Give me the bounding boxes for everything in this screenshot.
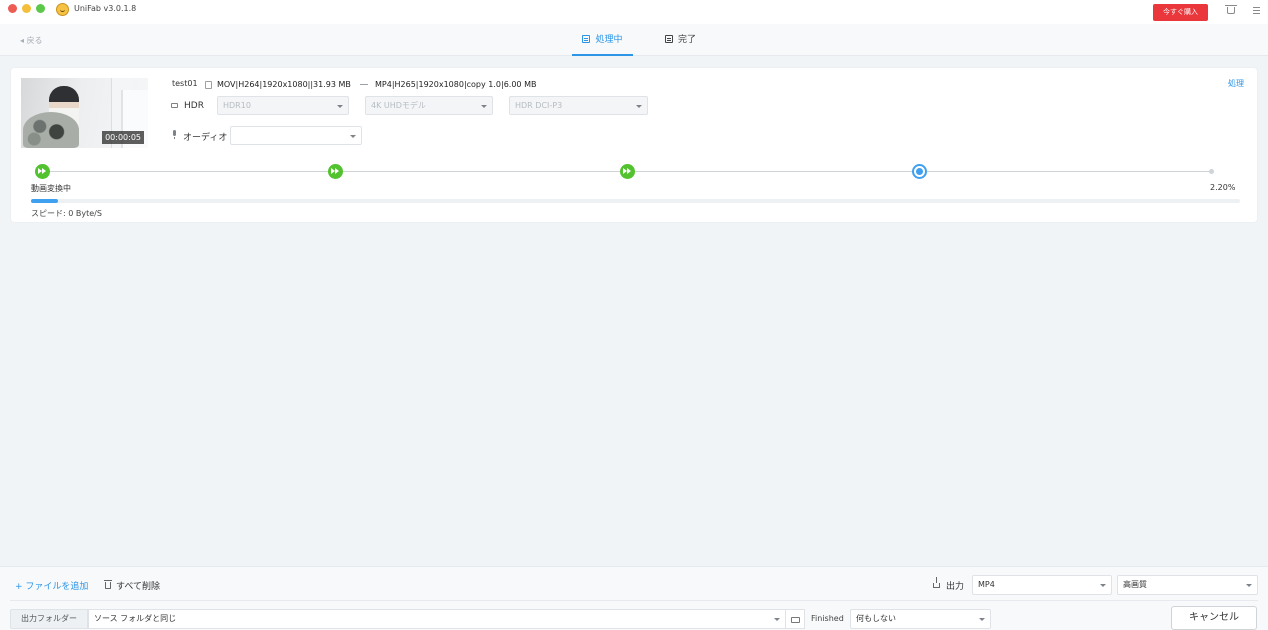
app-title: UniFab v3.0.1.8 (74, 4, 137, 13)
folder-icon (791, 617, 800, 623)
finished-action-select[interactable]: 何もしない (850, 609, 991, 629)
bottom-panel: + ファイルを追加 すべて削除 出力 MP4 高画質 出力フォルダー ソース フ… (0, 566, 1268, 630)
output-folder-select[interactable]: ソース フォルダと同じ (88, 609, 786, 629)
upload-icon (933, 577, 940, 588)
divider (10, 600, 1258, 601)
video-duration: 00:00:05 (102, 131, 144, 144)
chevron-down-icon (636, 105, 642, 108)
chevron-down-icon (481, 105, 487, 108)
hdr-model-select[interactable]: 4K UHDモデル (365, 96, 493, 115)
progress-bar-fill (31, 199, 58, 203)
progress-percent: 2.20% (1210, 183, 1236, 192)
output-label: 出力 (946, 582, 965, 592)
step-complete-icon (620, 164, 635, 179)
process-link[interactable]: 処理 (1228, 78, 1244, 89)
menu-icon[interactable] (1253, 7, 1260, 14)
finished-label: Finished (811, 614, 844, 623)
speed-label: スピード: 0 Byte/S (31, 209, 102, 218)
app-logo-icon (56, 3, 69, 16)
tab-processing-label: 処理中 (595, 35, 623, 45)
audio-select[interactable] (230, 126, 362, 145)
delete-all-button[interactable]: すべて削除 (116, 579, 160, 592)
stage-label: 動画変換中 (31, 184, 71, 193)
hdr-colorspace-select[interactable]: HDR DCI-P3 (509, 96, 648, 115)
minimize-window-button[interactable] (22, 4, 31, 13)
add-file-button[interactable]: + ファイルを追加 (15, 579, 88, 592)
title-bar: UniFab v3.0.1.8 今すぐ購入 (0, 0, 1268, 24)
trash-icon[interactable] (104, 580, 112, 589)
buy-now-button[interactable]: 今すぐ購入 (1153, 4, 1208, 21)
cancel-button[interactable]: キャンセル (1171, 606, 1257, 630)
format-select[interactable]: MP4 (972, 575, 1112, 595)
step-complete-icon (328, 164, 343, 179)
task-card: 00:00:05 test01 MOV|H264|1920x1080||31.9… (11, 68, 1257, 222)
progress-bar (31, 199, 1240, 203)
video-thumbnail[interactable]: 00:00:05 (21, 78, 148, 148)
step-current-icon (912, 164, 927, 179)
source-info: MOV|H264|1920x1080||31.93 MB (217, 80, 351, 89)
cart-icon[interactable] (1225, 5, 1237, 14)
audio-label: オーディオ (183, 133, 228, 143)
processing-icon (582, 35, 591, 43)
microphone-icon (173, 130, 176, 139)
step-complete-icon (35, 164, 50, 179)
arrow-icon (360, 84, 368, 85)
chevron-down-icon (350, 135, 356, 138)
chevron-down-icon (337, 105, 343, 108)
hdr-label: HDR (184, 101, 204, 111)
output-info: MP4|H265|1920x1080|copy 1.0|6.00 MB (375, 80, 537, 89)
tab-done-label: 完了 (678, 35, 697, 45)
chevron-down-icon (1100, 584, 1106, 587)
tab-done[interactable]: 完了 (665, 24, 715, 56)
hdr-standard-select[interactable]: HDR10 (217, 96, 349, 115)
task-name: test01 (172, 79, 198, 88)
maximize-window-button[interactable] (36, 4, 45, 13)
chevron-down-icon (1246, 584, 1252, 587)
browse-folder-button[interactable] (785, 609, 805, 629)
done-icon (665, 35, 673, 43)
tab-processing[interactable]: 処理中 (572, 24, 633, 56)
close-window-button[interactable] (8, 4, 17, 13)
step-end-dot (1209, 169, 1214, 174)
chevron-down-icon (774, 618, 780, 621)
quality-select[interactable]: 高画質 (1117, 575, 1258, 595)
output-folder-label: 出力フォルダー (10, 609, 88, 629)
chevron-down-icon (979, 618, 985, 621)
monitor-icon (171, 103, 178, 108)
nav-bar: ◂ 戻る 処理中 完了 (0, 24, 1268, 56)
back-button[interactable]: ◂ 戻る (20, 35, 43, 46)
file-icon (205, 81, 212, 89)
